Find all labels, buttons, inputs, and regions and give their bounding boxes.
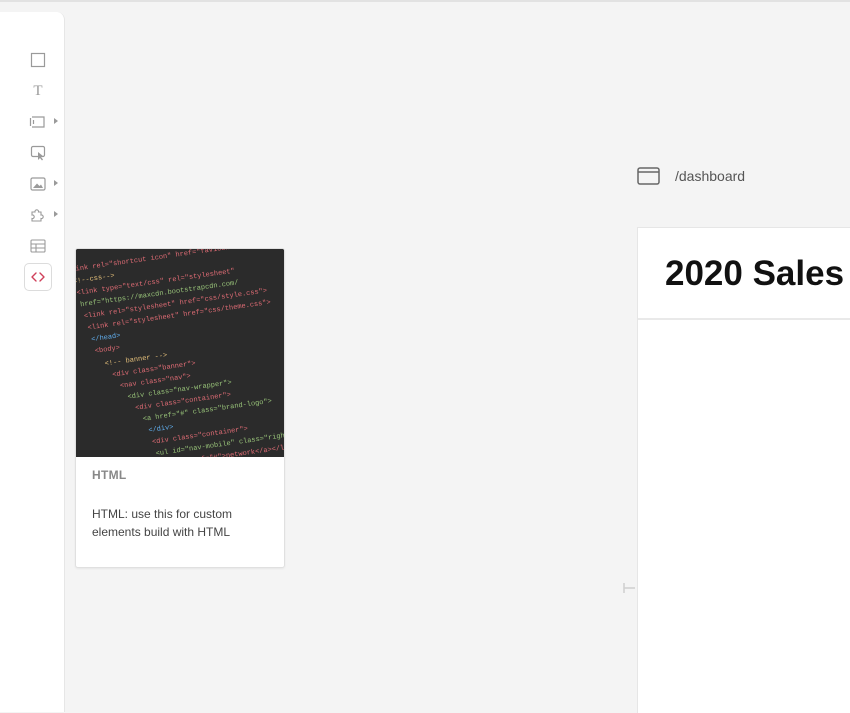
- image-icon: [30, 177, 46, 191]
- top-divider: [0, 0, 850, 2]
- plugin-tool[interactable]: [25, 202, 58, 228]
- input-tool[interactable]: [25, 140, 51, 166]
- button-icon: [29, 116, 45, 128]
- page-frame[interactable]: 2020 Sales: [637, 227, 850, 713]
- chevron-right-icon: [54, 118, 58, 124]
- table-icon: [30, 239, 46, 253]
- image-tool[interactable]: [25, 171, 58, 197]
- page-route[interactable]: /dashboard: [637, 166, 745, 186]
- table-tool[interactable]: [25, 233, 51, 259]
- button-tool[interactable]: [25, 109, 58, 135]
- chevron-right-icon: [54, 211, 58, 217]
- rectangle-icon: [30, 52, 46, 68]
- click-input-icon: [30, 145, 46, 161]
- route-path: /dashboard: [675, 168, 746, 184]
- card-title: HTML: [92, 468, 127, 482]
- card-preview-image: <link rel="shortcut icon" href="favicon.…: [76, 249, 284, 457]
- text-tool[interactable]: T: [25, 78, 51, 104]
- frame-header: 2020 Sales: [638, 228, 850, 320]
- browser-window-icon: [637, 167, 660, 185]
- html-element-card[interactable]: <link rel="shortcut icon" href="favicon.…: [75, 248, 285, 568]
- chevron-right-icon: [54, 180, 58, 186]
- puzzle-icon: [31, 209, 44, 222]
- element-toolbar: T: [0, 12, 65, 712]
- text-icon: T: [33, 82, 43, 99]
- card-description: HTML: use this for custom elements build…: [92, 507, 233, 539]
- resize-handle-icon[interactable]: [622, 581, 636, 595]
- page-title: 2020 Sales: [665, 254, 845, 293]
- code-icon: [31, 272, 45, 282]
- html-tool[interactable]: [25, 264, 51, 290]
- rectangle-tool[interactable]: [25, 47, 51, 73]
